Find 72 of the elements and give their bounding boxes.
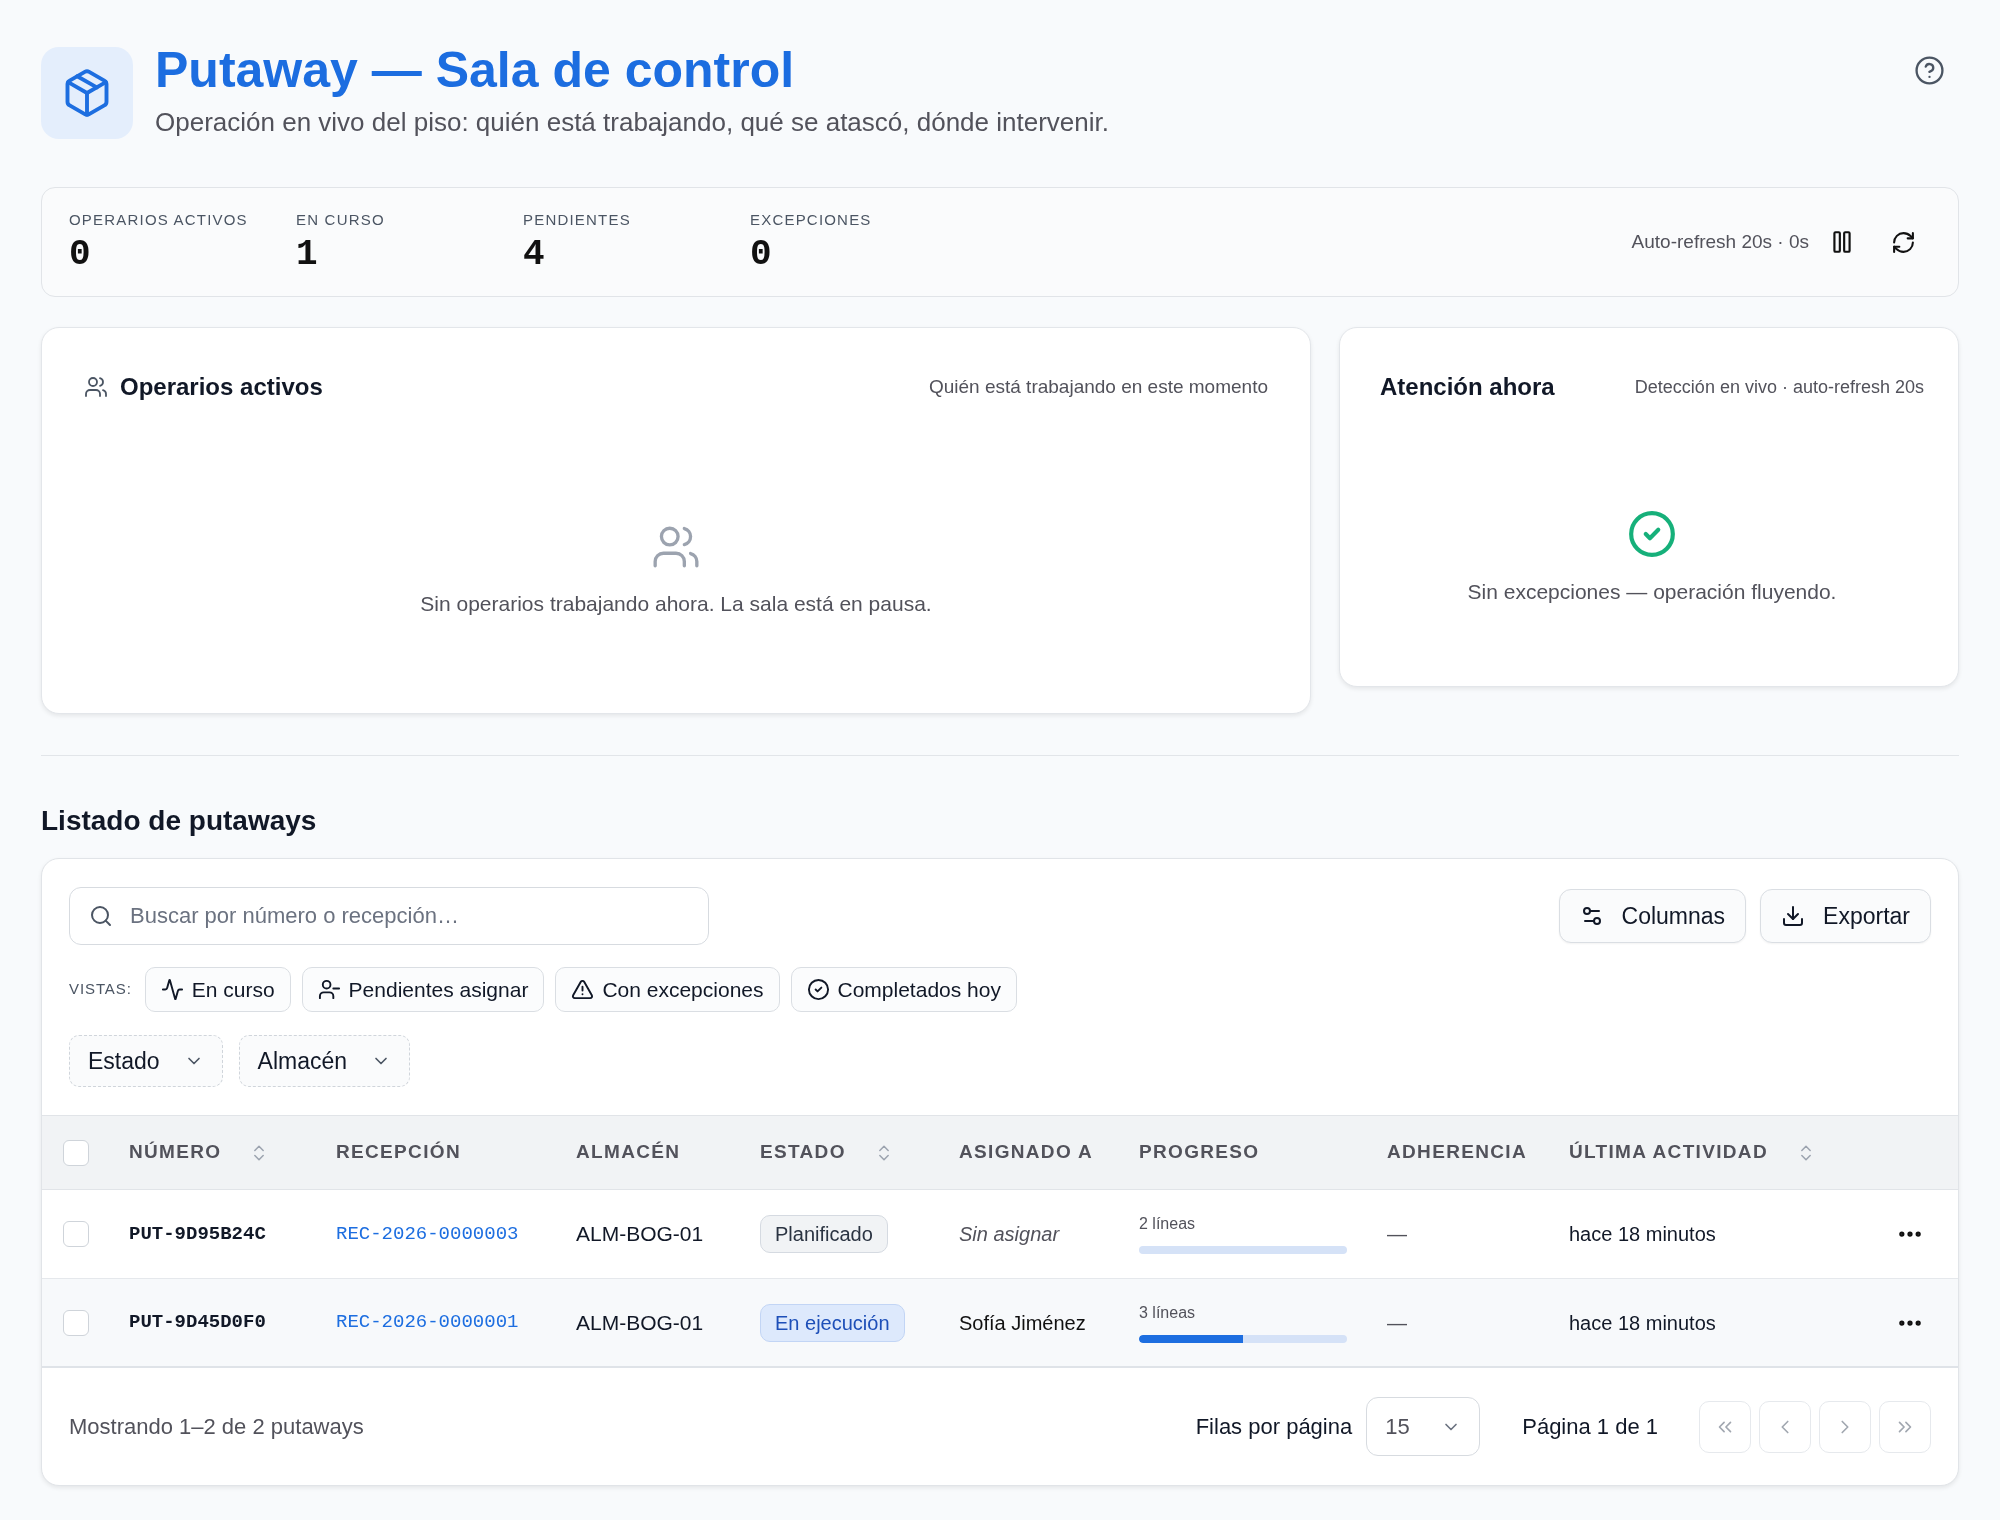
empty-message: Sin operarios trabajando ahora. La sala está en pausa. <box>420 591 932 617</box>
column-header: PROGRESO <box>1139 1140 1260 1165</box>
check-circle-icon <box>1627 509 1677 559</box>
table-cell: hace 18 minutos <box>1569 1223 1716 1245</box>
status-badge: En ejecución <box>760 1303 905 1342</box>
help-icon[interactable] <box>1914 55 1945 86</box>
stat-value: 4 <box>523 236 545 274</box>
page-indicator: Página 1 de 1 <box>1522 1413 1658 1441</box>
table-row[interactable]: PUT-9D45D0F0 REC-2026-0000001 ALM-BOG-01 En ejecución Sofía Jiménez 3 líneas — hace 18 minutos <box>42 1279 1958 1368</box>
page-subtitle: Operación en vivo del piso: quién está trabajando, qué se atascó, dónde intervenir. <box>155 106 1109 138</box>
select-all-checkbox[interactable] <box>63 1139 89 1166</box>
table-cell: hace 18 minutos <box>1569 1311 1716 1334</box>
column-header: ASIGNADO A <box>959 1140 1093 1165</box>
table-cell: — <box>1387 1223 1407 1245</box>
table-cell: ALM-BOG-01 <box>576 1310 704 1334</box>
stat-value: 0 <box>750 236 772 274</box>
page-title: Putaway — Sala de control <box>155 41 796 99</box>
row-checkbox[interactable] <box>63 1309 89 1336</box>
stat-value: 0 <box>69 236 91 274</box>
table-cell: PUT-9D95B24C <box>129 1222 266 1245</box>
progress-label: 2 líneas <box>1139 1214 1196 1234</box>
reception-link[interactable]: REC-2026-0000003 <box>336 1222 519 1245</box>
view-chip[interactable]: Con excepciones <box>555 967 780 1012</box>
panel-title: Operarios activos <box>120 372 323 402</box>
search-icon <box>89 904 113 928</box>
rows-per-page-select[interactable]: 15 <box>1366 1397 1481 1456</box>
filter-dropdown[interactable]: Almacén <box>238 1035 411 1087</box>
column-header: ADHERENCIA <box>1387 1140 1527 1165</box>
stat-value: 1 <box>296 236 318 274</box>
user-minus-icon <box>317 978 341 1001</box>
search-field[interactable]: Buscar por número o recepción… <box>69 887 709 945</box>
table-row[interactable]: PUT-9D95B24C REC-2026-0000003 ALM-BOG-01 Planificado Sin asignar 2 líneas — hace 18 minutos <box>42 1190 1958 1279</box>
column-header[interactable]: ESTADO <box>760 1138 894 1167</box>
stat-label: EN CURSO <box>296 210 385 230</box>
views-label: VISTAS: <box>69 979 132 1000</box>
view-chip[interactable]: Pendientes asignar <box>301 967 545 1012</box>
table-cell: Sofía Jiménez <box>959 1311 1086 1334</box>
package-icon <box>41 47 133 139</box>
download-icon <box>1781 904 1806 928</box>
stat-label: PENDIENTES <box>523 210 631 230</box>
status-badge: Planificado <box>760 1215 888 1253</box>
empty-message: Sin excepciones — operación fluyendo. <box>1467 579 1837 605</box>
export-button[interactable]: Exportar <box>1760 889 1931 943</box>
filter-dropdown[interactable]: Estado <box>69 1035 223 1087</box>
progress-label: 3 líneas <box>1139 1302 1196 1323</box>
column-header: RECEPCIÓN <box>336 1140 461 1165</box>
column-header: ALMACÉN <box>576 1140 681 1165</box>
pulse-icon <box>160 978 184 1001</box>
refresh-icon[interactable] <box>1891 229 1916 255</box>
stat-label: EXCEPCIONES <box>750 210 872 230</box>
check-circle-icon <box>806 978 830 1001</box>
reception-link[interactable]: REC-2026-0000001 <box>336 1311 519 1334</box>
table-cell: — <box>1387 1311 1407 1334</box>
view-chip[interactable]: En curso <box>144 967 291 1012</box>
view-chip[interactable]: Completados hoy <box>790 967 1017 1012</box>
row-checkbox[interactable] <box>63 1221 89 1247</box>
stat-label: OPERARIOS ACTIVOS <box>69 210 248 230</box>
pagination-summary: Mostrando 1–2 de 2 putaways <box>69 1413 364 1441</box>
rows-per-page-label: Filas por página <box>1195 1413 1353 1441</box>
warning-icon <box>571 978 595 1001</box>
auto-refresh-text: Auto-refresh 20s · 0s <box>1631 229 1809 254</box>
column-header[interactable]: ÚLTIMA ACTIVIDAD <box>1569 1138 1816 1167</box>
columns-button[interactable]: Columnas <box>1558 889 1747 943</box>
panel-note: Detección en vivo · auto-refresh 20s <box>1634 375 1924 399</box>
table-cell: Sin asignar <box>959 1223 1060 1245</box>
table-cell: PUT-9D45D0F0 <box>129 1311 266 1334</box>
users-icon <box>84 375 108 399</box>
panel-title: Atención ahora <box>1380 372 1555 402</box>
panel-note: Quién está trabajando en este momento <box>928 374 1268 399</box>
section-title: Listado de putaways <box>41 804 318 838</box>
column-header[interactable]: NÚMERO <box>129 1138 270 1167</box>
table-cell: ALM-BOG-01 <box>576 1222 704 1246</box>
